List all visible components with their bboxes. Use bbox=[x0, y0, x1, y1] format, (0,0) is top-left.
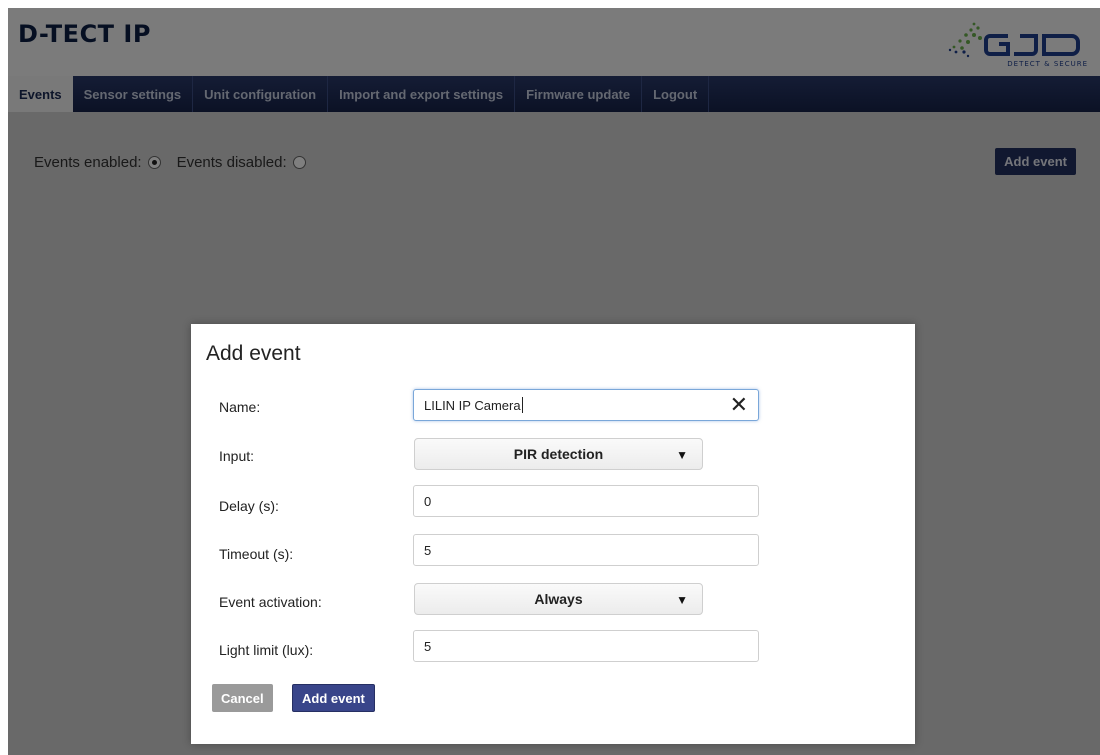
name-value: LILIN IP Camera bbox=[424, 397, 521, 413]
dialog-title: Add event bbox=[206, 342, 301, 365]
clear-icon[interactable]: ✕ bbox=[730, 394, 748, 416]
input-select-value: PIR detection bbox=[513, 446, 604, 462]
light-limit-input[interactable]: 5 bbox=[413, 630, 759, 662]
delay-label: Delay (s): bbox=[219, 498, 279, 514]
dropdown-arrow-icon: ▼ bbox=[676, 448, 688, 462]
delay-input[interactable]: 0 bbox=[413, 485, 759, 517]
text-caret bbox=[521, 397, 523, 413]
activation-label: Event activation: bbox=[219, 594, 322, 610]
activation-select-value: Always bbox=[534, 591, 583, 607]
submit-add-event-button[interactable]: Add event bbox=[292, 684, 375, 712]
timeout-value: 5 bbox=[424, 542, 432, 558]
light-limit-value: 5 bbox=[424, 638, 432, 654]
timeout-label: Timeout (s): bbox=[219, 546, 294, 562]
input-select[interactable]: PIR detection ▼ bbox=[414, 438, 703, 470]
cancel-button[interactable]: Cancel bbox=[212, 684, 273, 712]
add-event-dialog: Add event Name: LILIN IP Camera ✕ Input:… bbox=[191, 324, 915, 744]
delay-value: 0 bbox=[424, 493, 432, 509]
light-limit-label: Light limit (lux): bbox=[219, 642, 314, 658]
dropdown-arrow-icon: ▼ bbox=[676, 593, 688, 607]
activation-select[interactable]: Always ▼ bbox=[414, 583, 703, 615]
input-label: Input: bbox=[219, 448, 255, 464]
name-label: Name: bbox=[219, 399, 261, 415]
timeout-input[interactable]: 5 bbox=[413, 534, 759, 566]
name-input[interactable]: LILIN IP Camera ✕ bbox=[413, 389, 759, 421]
